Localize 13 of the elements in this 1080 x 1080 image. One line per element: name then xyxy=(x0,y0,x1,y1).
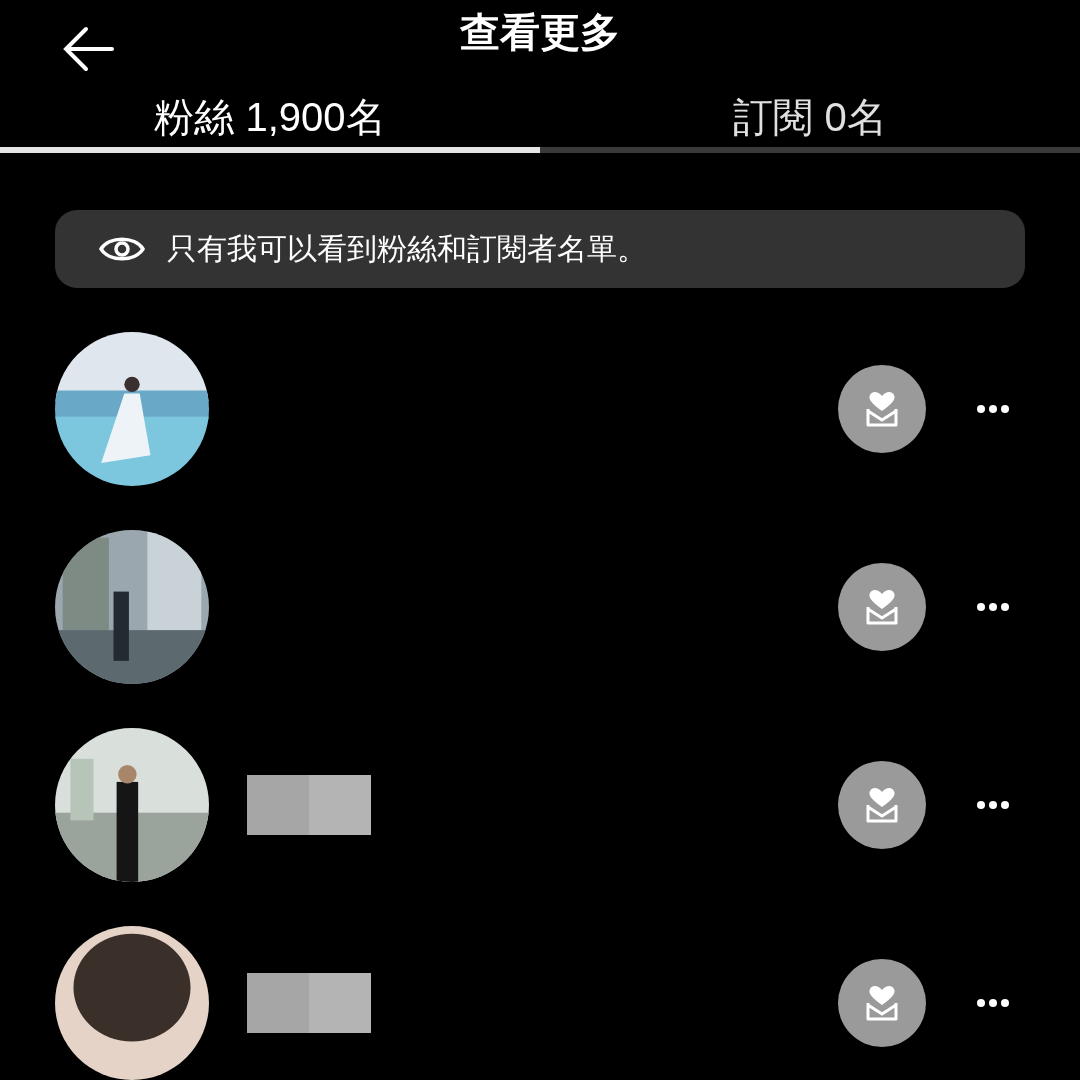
back-icon[interactable] xyxy=(62,26,114,72)
heart-envelope-icon xyxy=(865,587,899,627)
heart-envelope-icon xyxy=(865,389,899,429)
page-title: 查看更多 xyxy=(460,9,620,57)
notice-text: 只有我可以看到粉絲和訂閱者名單。 xyxy=(167,231,647,268)
heart-envelope-icon xyxy=(865,983,899,1023)
heart-envelope-icon xyxy=(865,785,899,825)
tab[interactable]: 訂閱 0名 xyxy=(540,64,1080,153)
more-icon[interactable] xyxy=(976,404,1010,414)
more-icon[interactable] xyxy=(976,998,1010,1008)
tab[interactable]: 粉絲 1,900名 xyxy=(0,64,540,153)
more-icon[interactable] xyxy=(976,602,1010,612)
more-icon[interactable] xyxy=(976,800,1010,810)
